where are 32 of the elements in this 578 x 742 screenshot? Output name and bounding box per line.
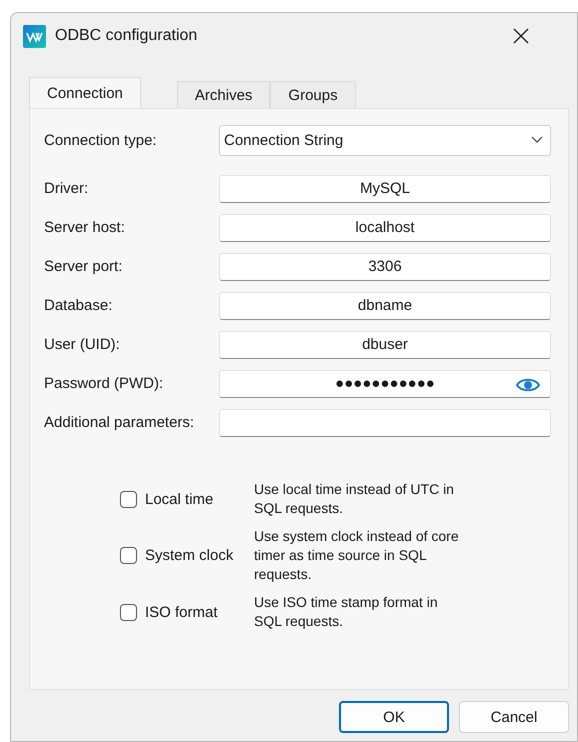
checkbox[interactable]: Local time xyxy=(120,490,254,508)
input-field[interactable]: localhost xyxy=(219,214,551,242)
field-label: Additional parameters: xyxy=(44,414,196,431)
chevron-down-icon xyxy=(531,136,543,144)
input-field[interactable]: 3306 xyxy=(219,252,551,280)
field-label: Password (PWD): xyxy=(44,375,164,392)
window-title: ODBC configuration xyxy=(55,27,198,45)
field-label: Server host: xyxy=(44,219,126,236)
close-icon[interactable] xyxy=(511,26,531,46)
app-logo-icon xyxy=(23,24,46,48)
field-label: Database: xyxy=(44,297,114,314)
field-label: Server port: xyxy=(44,258,124,275)
input-field[interactable]: dbuser xyxy=(219,330,551,358)
input-field[interactable]: ●●●●●●●●●●● xyxy=(219,370,551,398)
checkbox[interactable]: System clock xyxy=(120,547,254,564)
input-field[interactable]: dbname xyxy=(219,292,551,320)
tab[interactable]: Groups xyxy=(270,81,356,108)
ok-button[interactable]: OK xyxy=(339,701,449,733)
checkbox[interactable]: ISO format xyxy=(120,604,254,620)
input-field[interactable] xyxy=(219,408,551,436)
eye-icon[interactable] xyxy=(516,376,540,392)
input-field[interactable]: MySQL xyxy=(219,174,551,202)
dropdown[interactable]: Connection String xyxy=(219,125,551,156)
field-label: Driver: xyxy=(44,180,90,197)
option-description: Use ISO time stamp format in SQL requests. xyxy=(254,593,439,631)
field-label: Connection type: xyxy=(44,132,158,149)
field-label: User (UID): xyxy=(44,336,121,353)
tab[interactable]: Connection xyxy=(29,77,141,108)
option-description: Use local time instead of UTC in SQL requests. xyxy=(254,480,455,518)
tab[interactable]: Archives xyxy=(176,81,270,108)
option-description: Use system clock instead of core timer as time source in SQL requests. xyxy=(254,527,460,584)
cancel-button[interactable]: Cancel xyxy=(459,701,569,733)
